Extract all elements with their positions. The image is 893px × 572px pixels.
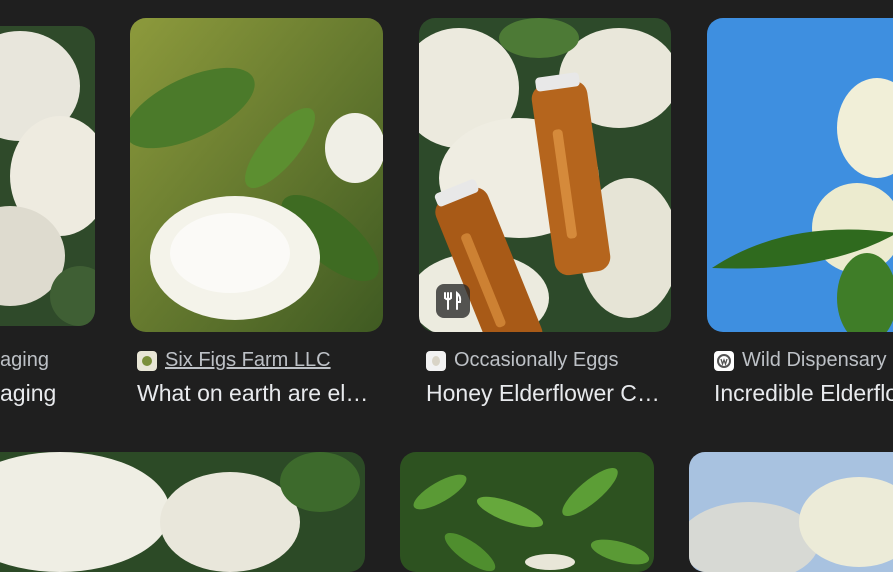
result-source[interactable]: Six Figs Farm LLC [137, 349, 377, 372]
result-source[interactable]: Occasionally Eggs [426, 349, 666, 372]
elderberry-leaves-image [400, 452, 654, 572]
result-thumbnail[interactable] [130, 18, 383, 332]
utensils-icon [444, 290, 462, 310]
site-favicon-icon [714, 350, 734, 371]
result-thumbnail[interactable] [689, 452, 893, 572]
result-thumbnail[interactable] [707, 18, 893, 332]
result-title[interactable]: Honey Elderflower Cordial [426, 380, 666, 407]
elderflower-image [0, 26, 95, 326]
site-favicon-icon [137, 350, 157, 371]
elderflower-sky-image [689, 452, 893, 572]
site-favicon-icon [426, 350, 446, 371]
result-thumbnail[interactable] [0, 452, 365, 572]
result-thumbnail[interactable] [400, 452, 654, 572]
elderflower-image [0, 452, 365, 572]
elderflower-sky-image [707, 18, 893, 332]
result-title[interactable]: What on earth are elderberries? [137, 380, 377, 407]
recipe-badge [436, 284, 470, 318]
result-source[interactable]: Wild Dispensary [714, 349, 893, 372]
result-title[interactable]: aging [0, 380, 65, 407]
result-title[interactable]: Incredible Elderflower [714, 380, 893, 407]
result-source[interactable]: aging [0, 349, 60, 372]
elderflower-image [130, 18, 383, 332]
result-thumbnail[interactable] [0, 26, 95, 326]
